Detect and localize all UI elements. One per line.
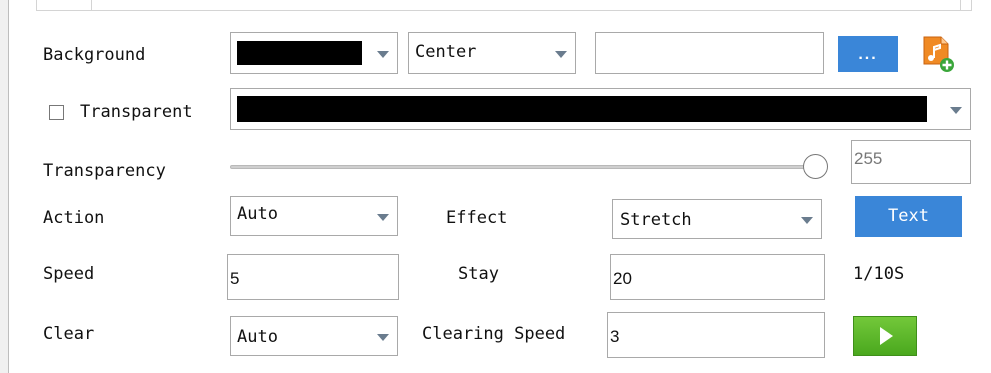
speed-input[interactable]: 5 (227, 254, 399, 300)
effect-value: Stretch (620, 210, 692, 230)
transparency-value-input[interactable]: 255 (851, 140, 971, 184)
transparency-slider-track[interactable] (230, 165, 818, 169)
clearing-speed-value: 3 (610, 326, 620, 346)
top-table-strip (36, 0, 972, 11)
action-dropdown[interactable]: Auto (230, 196, 398, 236)
background-path-input[interactable] (595, 32, 824, 74)
effect-dropdown[interactable]: Stretch (612, 199, 822, 239)
speed-value: 5 (230, 268, 240, 288)
background-color-dropdown[interactable] (230, 32, 398, 74)
transparency-slider-thumb[interactable] (803, 154, 828, 179)
clear-label: Clear (43, 324, 95, 344)
transparency-value: 255 (854, 149, 883, 168)
transparent-color-dropdown[interactable] (230, 88, 971, 130)
play-button[interactable] (853, 316, 917, 356)
music-file-add-icon[interactable] (920, 34, 960, 74)
chevron-down-icon (377, 214, 389, 221)
chevron-down-icon (555, 51, 567, 58)
clear-value: Auto (237, 327, 278, 347)
stay-input[interactable]: 20 (610, 254, 825, 300)
action-value: Auto (237, 204, 278, 224)
text-button[interactable]: Text (855, 196, 962, 237)
browse-button[interactable]: ... (838, 36, 898, 72)
transparent-checkbox[interactable] (49, 105, 64, 120)
clearing-speed-label: Clearing Speed (422, 324, 566, 344)
effect-label: Effect (446, 208, 508, 228)
chevron-down-icon (377, 334, 389, 341)
stay-unit-label: 1/10S (853, 264, 905, 284)
stay-value: 20 (613, 268, 632, 288)
background-color-swatch (237, 41, 362, 65)
transparency-label: Transparency (43, 161, 166, 181)
clearing-speed-input[interactable]: 3 (607, 312, 825, 358)
background-position-dropdown[interactable]: Center (408, 32, 576, 74)
stay-label: Stay (458, 264, 499, 284)
chevron-down-icon (377, 51, 389, 58)
action-label: Action (43, 208, 105, 228)
play-icon (880, 327, 893, 345)
clear-dropdown[interactable]: Auto (230, 316, 398, 356)
browse-button-label: ... (858, 46, 878, 63)
speed-label: Speed (43, 264, 95, 284)
transparent-color-swatch (237, 96, 927, 122)
chevron-down-icon (801, 217, 813, 224)
background-label: Background (43, 45, 146, 65)
background-position-value: Center (415, 42, 477, 62)
transparent-label: Transparent (80, 102, 193, 122)
chevron-down-icon (950, 107, 962, 114)
